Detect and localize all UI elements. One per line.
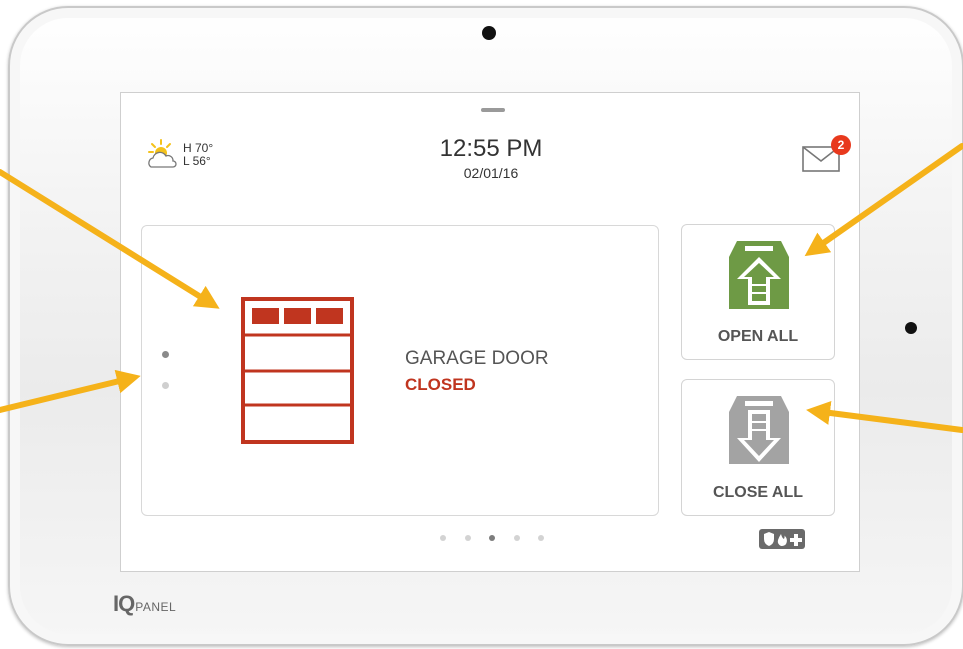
fire-icon [777, 534, 787, 546]
page-dot-active[interactable] [489, 535, 495, 541]
light-sensor [905, 322, 917, 334]
card-page-dot[interactable] [162, 351, 169, 358]
camera-lens [482, 26, 496, 40]
brand-panel: PANEL [135, 600, 177, 614]
garage-close-icon [729, 396, 789, 464]
message-count-badge: 2 [831, 135, 851, 155]
close-all-button[interactable]: CLOSE ALL [681, 379, 835, 516]
close-all-label: CLOSE ALL [712, 484, 804, 501]
clock: 12:55 PM 02/01/16 [121, 135, 861, 181]
brand-iq: IQ [113, 591, 135, 616]
device-name: GARAGE DOOR [405, 348, 549, 369]
plus-icon [790, 534, 802, 546]
page-dot[interactable] [538, 535, 544, 541]
garage-door-icon [241, 297, 354, 444]
open-all-button[interactable]: OPEN ALL [681, 224, 835, 360]
page-dot[interactable] [465, 535, 471, 541]
garage-open-icon [729, 241, 789, 309]
emergency-button[interactable] [759, 529, 805, 549]
page-dot[interactable] [440, 535, 446, 541]
pull-down-handle[interactable] [481, 108, 505, 112]
open-all-label: OPEN ALL [717, 328, 799, 345]
shield-icon [764, 532, 774, 546]
garage-door-card[interactable] [141, 225, 659, 516]
touch-screen: H 70° L 56° 12:55 PM 02/01/16 2 GARAGE D… [120, 92, 860, 572]
card-page-dot[interactable] [162, 382, 169, 389]
brand-logo: IQ PANEL [113, 591, 177, 616]
page-dot[interactable] [514, 535, 520, 541]
current-date: 02/01/16 [463, 165, 519, 181]
device-status: CLOSED [405, 375, 476, 394]
emergency-icons [764, 532, 802, 546]
messages-button[interactable]: 2 [801, 135, 851, 175]
current-time: 12:55 PM [439, 135, 543, 162]
